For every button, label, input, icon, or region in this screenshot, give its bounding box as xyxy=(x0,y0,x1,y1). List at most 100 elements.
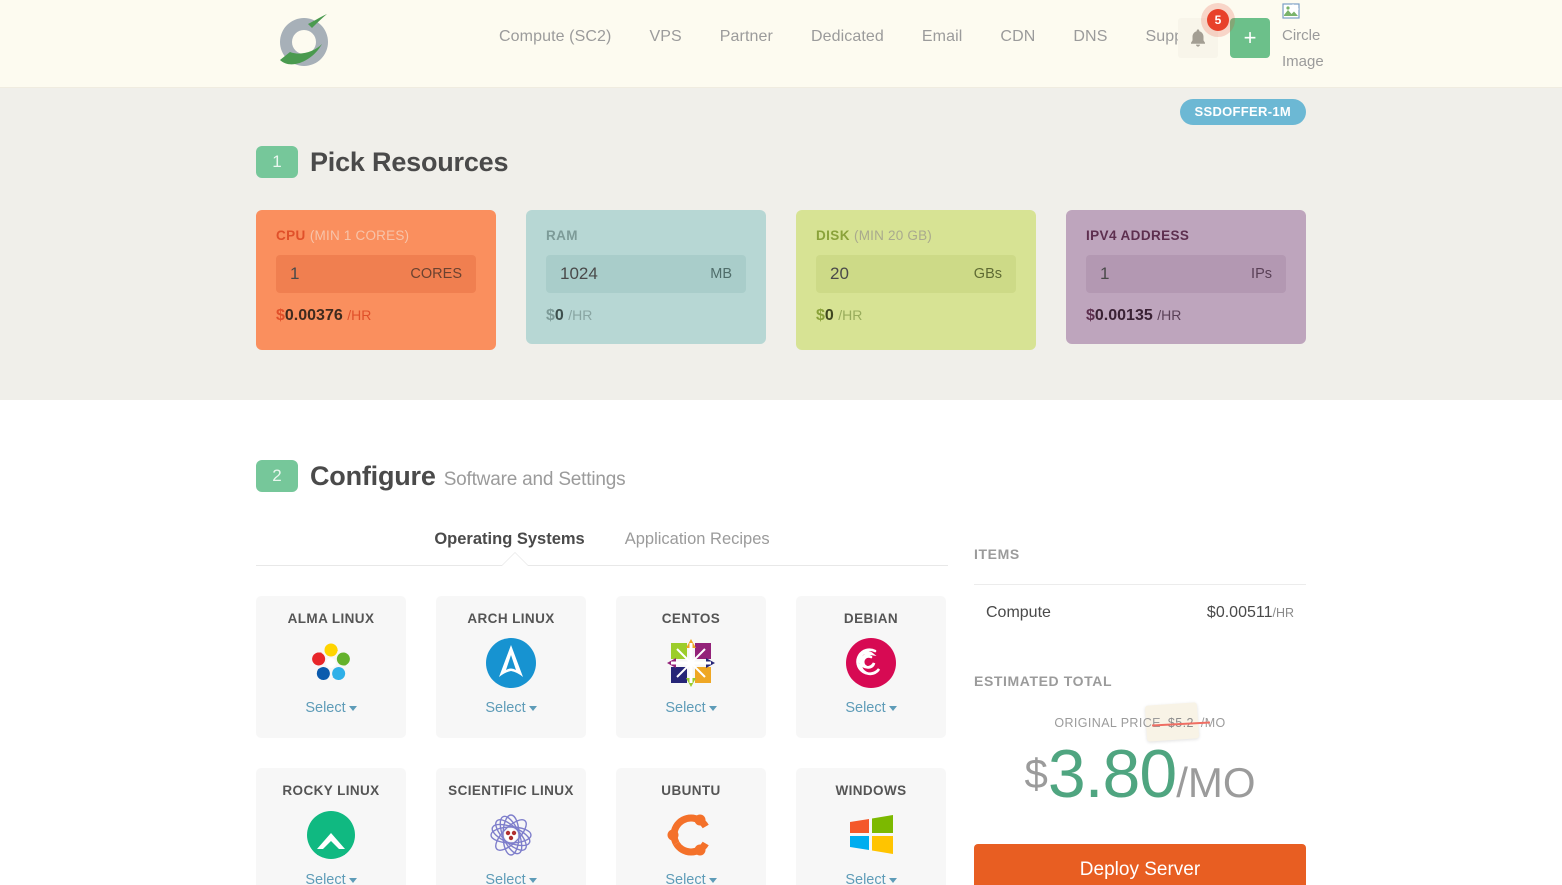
resource-card-ram: RAM MB $0 /HR xyxy=(526,210,766,344)
avatar-alt-line2: Image xyxy=(1282,53,1324,70)
offer-badge[interactable]: SSDOFFER-1M xyxy=(1179,99,1306,125)
os-name: SCIENTIFIC LINUX xyxy=(448,783,574,798)
nav-item-vps[interactable]: VPS xyxy=(630,28,700,46)
summary-item-price-period: /HR xyxy=(1272,606,1294,620)
scientificlinux-icon xyxy=(483,807,539,863)
notifications-button[interactable]: 5 xyxy=(1178,9,1229,58)
configure-title: Configure Software and Settings xyxy=(310,460,626,492)
original-price-value: $5.2 xyxy=(1167,716,1194,730)
ram-label-text: RAM xyxy=(546,228,578,243)
cpu-price-value: 0.00376 xyxy=(284,307,343,324)
cpu-price: $0.00376 /HR xyxy=(276,307,476,325)
chevron-down-icon xyxy=(348,705,357,711)
site-header: Compute (SC2) VPS Partner Dedicated Emai… xyxy=(0,0,1562,88)
os-select-button[interactable]: Select xyxy=(485,700,537,716)
os-card-rocky-linux[interactable]: ROCKY LINUX Select xyxy=(256,768,406,885)
chevron-down-icon xyxy=(528,705,537,711)
os-select-button[interactable]: Select xyxy=(485,872,537,885)
ipv4-price: $0.00135 /HR xyxy=(1086,307,1286,325)
ram-price-value: 0 xyxy=(554,307,564,324)
os-select-label: Select xyxy=(665,872,706,885)
tab-operating-systems[interactable]: Operating Systems xyxy=(430,530,588,549)
os-select-button[interactable]: Select xyxy=(665,872,717,885)
ram-input[interactable] xyxy=(560,264,680,284)
disk-label-text: DISK xyxy=(816,228,850,243)
configure-section: 2 Configure Software and Settings Operati… xyxy=(0,400,1562,885)
os-name: WINDOWS xyxy=(835,783,907,798)
notification-badge: 5 xyxy=(1207,9,1229,31)
nav-item-compute[interactable]: Compute (SC2) xyxy=(480,28,630,46)
nav-item-cdn[interactable]: CDN xyxy=(981,28,1054,46)
debian-icon xyxy=(843,635,899,691)
deploy-server-button[interactable]: Deploy Server xyxy=(974,844,1306,885)
disk-input[interactable] xyxy=(830,264,950,284)
page-title: Pick Resources xyxy=(310,146,509,177)
os-select-label: Select xyxy=(305,700,346,716)
chevron-down-icon xyxy=(888,877,897,883)
os-select-button[interactable]: Select xyxy=(665,700,717,716)
tab-application-recipes[interactable]: Application Recipes xyxy=(621,530,774,549)
cpu-unit: CORES xyxy=(410,266,462,282)
resource-cards: CPU (MIN 1 CORES) CORES $0.00376 /HR RAM xyxy=(256,210,1306,350)
nav-item-dns[interactable]: DNS xyxy=(1054,28,1126,46)
configure-left-panel: Operating Systems Application Recipes AL… xyxy=(256,530,948,885)
os-card-windows[interactable]: WINDOWS Select xyxy=(796,768,946,885)
nav-item-dedicated[interactable]: Dedicated xyxy=(792,28,903,46)
estimated-total-price: $3.80/MO xyxy=(974,740,1306,808)
resource-card-ipv4: IPV4 ADDRESS IPs $0.00135 /HR xyxy=(1066,210,1306,344)
os-card-arch-linux[interactable]: ARCH LINUX Select xyxy=(436,596,586,738)
bell-icon xyxy=(1191,29,1205,47)
avatar-alt-line1: Circle xyxy=(1282,27,1321,44)
os-select-button[interactable]: Select xyxy=(305,700,357,716)
ram-input-wrap[interactable]: MB xyxy=(546,255,746,293)
disk-price: $0 /HR xyxy=(816,307,1016,325)
ipv4-input-wrap[interactable]: IPs xyxy=(1086,255,1286,293)
resource-label-ipv4: IPV4 ADDRESS xyxy=(1086,228,1286,243)
os-card-scientific-linux[interactable]: SCIENTIFIC LINUX Select xyxy=(436,768,586,885)
os-select-label: Select xyxy=(485,700,526,716)
cpu-label-text: CPU xyxy=(276,228,306,243)
resource-label-ram: RAM xyxy=(546,228,746,243)
os-grid: ALMA LINUX Select ARCH LINUX Select CENT… xyxy=(256,596,948,885)
cpu-input[interactable] xyxy=(290,264,410,284)
nav-item-email[interactable]: Email xyxy=(903,28,982,46)
os-card-centos[interactable]: CENTOS Select xyxy=(616,596,766,738)
pick-resources-header: 1 Pick Resources SSDOFFER-1M xyxy=(256,99,1306,178)
avatar[interactable]: Circle Image xyxy=(1282,2,1336,75)
ram-unit: MB xyxy=(710,266,732,282)
configure-title-text: Configure xyxy=(310,460,436,491)
os-card-debian[interactable]: DEBIAN Select xyxy=(796,596,946,738)
summary-item-price-value: $0.00511 xyxy=(1206,604,1273,621)
chevron-down-icon xyxy=(888,705,897,711)
os-name: ALMA LINUX xyxy=(287,611,375,626)
original-price-label: ORIGINAL PRICE xyxy=(1054,716,1161,730)
os-card-ubuntu[interactable]: UBUNTU Select xyxy=(616,768,766,885)
os-card-alma-linux[interactable]: ALMA LINUX Select xyxy=(256,596,406,738)
ipv4-input[interactable] xyxy=(1100,264,1220,284)
active-tab-caret-icon xyxy=(502,553,528,566)
os-select-button[interactable]: Select xyxy=(845,700,897,716)
chevron-down-icon xyxy=(708,877,717,883)
os-select-button[interactable]: Select xyxy=(305,872,357,885)
resource-label-cpu: CPU (MIN 1 CORES) xyxy=(276,228,476,243)
ram-price-period: /HR xyxy=(568,307,593,323)
resource-label-disk: DISK (MIN 20 GB) xyxy=(816,228,1016,243)
os-name: DEBIAN xyxy=(843,611,899,626)
disk-input-wrap[interactable]: GBs xyxy=(816,255,1016,293)
total-currency: $ xyxy=(1024,750,1048,797)
cpu-input-wrap[interactable]: CORES xyxy=(276,255,476,293)
order-summary-panel: ITEMS Compute $0.00511/HR ESTIMATED TOTA… xyxy=(974,530,1306,885)
nav-item-partner[interactable]: Partner xyxy=(701,28,792,46)
os-name: UBUNTU xyxy=(661,783,721,798)
cpu-price-period: /HR xyxy=(347,307,372,323)
site-logo[interactable] xyxy=(272,10,336,74)
os-select-label: Select xyxy=(485,872,526,885)
disk-price-currency: $ xyxy=(816,307,825,324)
os-select-button[interactable]: Select xyxy=(845,872,897,885)
add-button[interactable]: + xyxy=(1230,18,1270,58)
disk-min-text: (MIN 20 GB) xyxy=(854,228,932,243)
os-name: ARCH LINUX xyxy=(467,611,555,626)
resource-card-disk: DISK (MIN 20 GB) GBs $0 /HR xyxy=(796,210,1036,350)
ipv4-label-text: IPV4 ADDRESS xyxy=(1086,228,1190,243)
ipv4-price-period: /HR xyxy=(1157,307,1182,323)
